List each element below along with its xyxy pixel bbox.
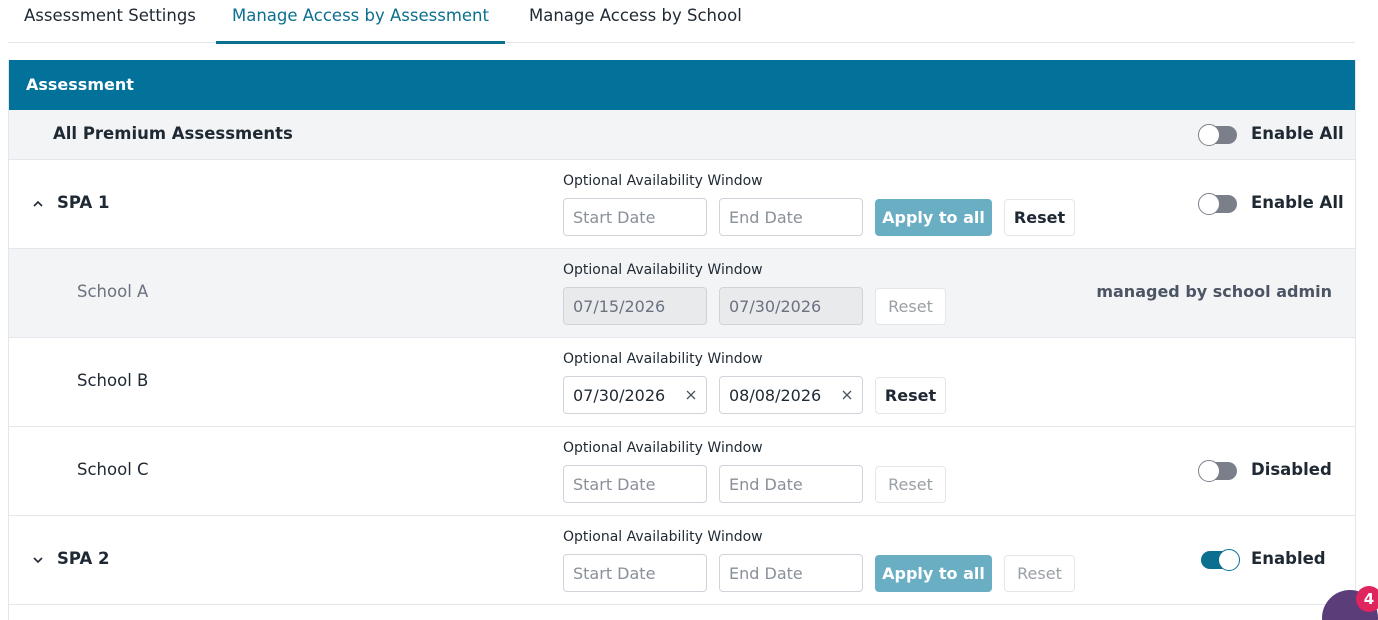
start-date-input <box>563 287 707 325</box>
start-date-input[interactable] <box>563 198 707 236</box>
tab-assessment-settings[interactable]: Assessment Settings <box>8 0 212 43</box>
apply-to-all-button[interactable]: Apply to all <box>875 199 992 236</box>
assessment-row-spa2: SPA 2 Optional Availability Window Apply… <box>9 516 1355 605</box>
school-label: School B <box>77 371 149 390</box>
reset-button: Reset <box>875 466 946 503</box>
assessment-label: SPA 2 <box>57 549 110 568</box>
start-date-value: 07/30/2026 <box>573 385 666 405</box>
end-date-input[interactable] <box>719 465 863 503</box>
reset-button: Reset <box>875 288 946 325</box>
assessment-table: Assessment All Premium Assessments Enabl… <box>8 60 1356 620</box>
toggle-knob <box>1198 124 1220 146</box>
toggle-knob <box>1198 193 1220 215</box>
reset-button[interactable]: Reset <box>1004 199 1075 236</box>
chevron-down-icon[interactable] <box>31 553 45 567</box>
toggle-knob <box>1218 549 1240 571</box>
assessment-label: SPA 1 <box>57 193 110 212</box>
chat-badge: 4 <box>1356 586 1378 612</box>
school-row-c: School C Optional Availability Window Re… <box>9 427 1355 516</box>
all-premium-row: All Premium Assessments Enable All <box>9 110 1355 160</box>
school-label: School A <box>77 282 149 301</box>
apply-to-all-button[interactable]: Apply to all <box>875 555 992 592</box>
enable-all-label: Enable All <box>1251 193 1344 212</box>
school-row-b: School B Optional Availability Window 07… <box>9 338 1355 427</box>
all-premium-label: All Premium Assessments <box>53 124 293 143</box>
school-toggle-label: Disabled <box>1251 460 1332 479</box>
start-date-input[interactable]: 07/30/2026 <box>563 376 707 414</box>
availability-window-title: Optional Availability Window <box>563 529 763 545</box>
end-date-input[interactable] <box>719 554 863 592</box>
enable-all-toggle[interactable] <box>1198 124 1237 146</box>
enable-all-toggle[interactable] <box>1198 193 1237 215</box>
enable-all-label: Enable All <box>1251 124 1344 143</box>
end-date-input[interactable]: 08/08/2026 <box>719 376 863 414</box>
tab-bar: Assessment Settings Manage Access by Ass… <box>8 0 1355 44</box>
table-header: Assessment <box>9 60 1355 110</box>
availability-window-title: Optional Availability Window <box>563 173 763 189</box>
availability-window-title: Optional Availability Window <box>563 440 763 456</box>
tab-manage-access-by-school[interactable]: Manage Access by School <box>513 0 758 43</box>
school-row-a: School A Optional Availability Window Re… <box>9 249 1355 338</box>
tab-manage-access-by-assessment[interactable]: Manage Access by Assessment <box>216 0 505 44</box>
managed-status: managed by school admin <box>1096 282 1332 301</box>
clear-icon[interactable] <box>685 389 697 401</box>
availability-window-title: Optional Availability Window <box>563 351 763 367</box>
end-date-input <box>719 287 863 325</box>
reset-button[interactable]: Reset <box>875 377 946 414</box>
start-date-input[interactable] <box>563 554 707 592</box>
enabled-label: Enabled <box>1251 549 1326 568</box>
enabled-toggle[interactable] <box>1201 549 1240 571</box>
clear-icon[interactable] <box>841 389 853 401</box>
end-date-value: 08/08/2026 <box>729 385 822 405</box>
end-date-input[interactable] <box>719 198 863 236</box>
availability-window-title: Optional Availability Window <box>563 262 763 278</box>
school-label: School C <box>77 460 149 479</box>
start-date-input[interactable] <box>563 465 707 503</box>
chevron-up-icon[interactable] <box>31 197 45 211</box>
assessment-row-spa1: SPA 1 Optional Availability Window Apply… <box>9 160 1355 249</box>
reset-button: Reset <box>1004 555 1075 592</box>
toggle-knob <box>1198 460 1220 482</box>
school-toggle[interactable] <box>1198 460 1237 482</box>
